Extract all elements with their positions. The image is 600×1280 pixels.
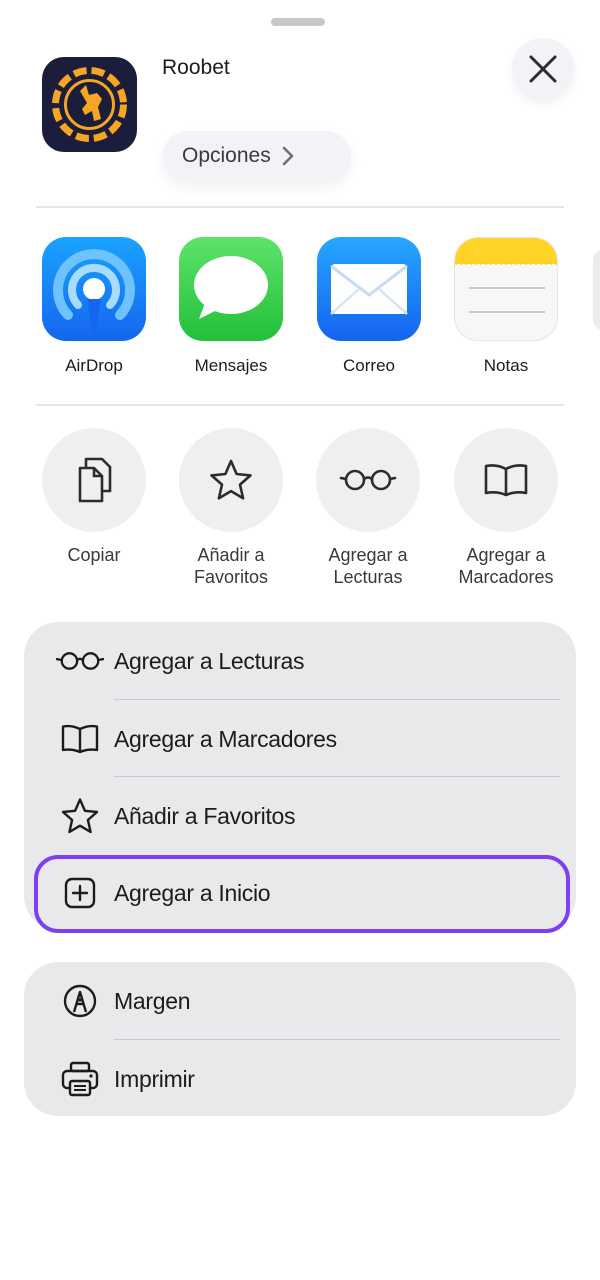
menu-item-print[interactable]: Imprimir <box>24 1040 576 1118</box>
book-icon <box>484 464 528 497</box>
share-app-airdrop[interactable]: AirDrop <box>42 237 146 376</box>
options-button[interactable]: Opciones <box>163 131 351 181</box>
menu-item-label: Margen <box>114 987 191 1014</box>
action-label: Copiar <box>67 545 121 565</box>
action-add-bookmark[interactable]: Agregar a Marcadores <box>441 428 571 588</box>
star-icon <box>210 459 252 500</box>
menu-item-markup[interactable]: Margen <box>24 962 576 1040</box>
action-add-reading-list[interactable]: Agregar a Lecturas <box>303 428 433 588</box>
action-label: Agregar a Lecturas <box>328 545 408 587</box>
options-label: Opciones <box>182 144 271 167</box>
share-app-label: Mensajes <box>194 356 268 375</box>
menu-item-label: Agregar a Lecturas <box>114 647 305 674</box>
markup-icon <box>56 977 104 1025</box>
close-icon <box>529 55 557 83</box>
divider <box>36 404 564 406</box>
messages-icon <box>179 237 283 341</box>
roobet-kangaroo-logo-icon <box>52 67 127 142</box>
star-icon <box>56 792 104 840</box>
menu-item-label: Imprimir <box>114 1065 195 1092</box>
divider <box>36 206 564 208</box>
action-add-favorites[interactable]: Añadir a Favoritos <box>166 428 296 588</box>
menu-item-label: Agregar a Marcadores <box>114 725 337 752</box>
chevron-right-icon <box>281 145 295 167</box>
close-button[interactable] <box>512 38 574 100</box>
notes-icon <box>454 237 558 341</box>
highlight-outline <box>34 855 570 933</box>
share-app-mail[interactable]: Correo <box>317 237 421 376</box>
action-copy[interactable]: Copiar <box>29 428 159 566</box>
share-app-notes[interactable]: Notas <box>454 237 558 376</box>
mail-icon <box>317 237 421 341</box>
share-app-messages[interactable]: Mensajes <box>179 237 283 376</box>
share-app-label: Notas <box>483 356 529 375</box>
share-app-label: AirDrop <box>65 356 123 375</box>
action-label: Añadir a Favoritos <box>193 545 269 587</box>
menu-item-label: Añadir a Favoritos <box>114 802 296 829</box>
app-title: Roobet <box>162 56 230 79</box>
glasses-icon <box>56 637 104 685</box>
menu-item-add-favorites[interactable]: Añadir a Favoritos <box>24 777 576 855</box>
copy-icon <box>78 457 112 503</box>
glasses-icon <box>339 469 397 491</box>
menu-group-secondary: Margen Imprimir <box>24 962 576 1116</box>
menu-item-add-bookmark[interactable]: Agregar a Marcadores <box>24 700 576 778</box>
roobet-app-icon <box>42 57 137 152</box>
printer-icon <box>56 1055 104 1103</box>
next-app-peek[interactable] <box>593 250 600 330</box>
sheet-grabber[interactable] <box>271 18 325 26</box>
action-label: Agregar a Marcadores <box>458 545 554 587</box>
share-app-label: Correo <box>343 356 395 375</box>
airdrop-icon <box>42 237 146 341</box>
menu-item-add-reading-list[interactable]: Agregar a Lecturas <box>24 622 576 700</box>
book-icon <box>56 715 104 763</box>
